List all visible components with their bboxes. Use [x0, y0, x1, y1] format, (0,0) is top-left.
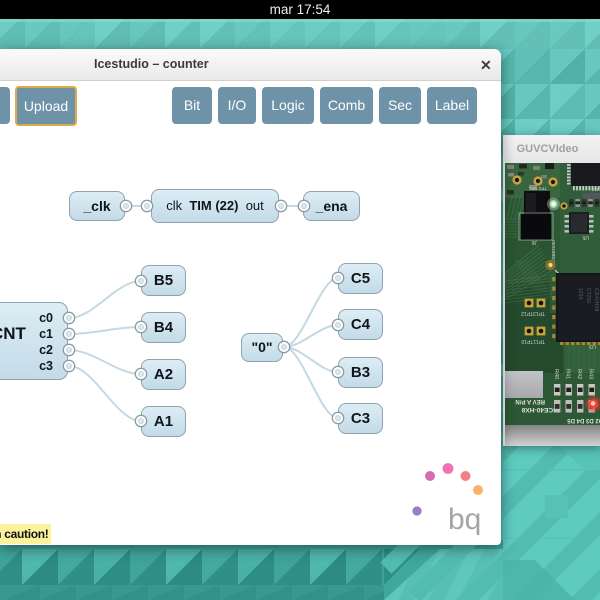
svg-text:iCE40-HX8: iCE40-HX8 [521, 406, 555, 413]
svg-text:06849B50: 06849B50 [550, 240, 556, 262]
svg-text:TP2 TP1: TP2 TP1 [529, 186, 547, 191]
svg-text:REV A P/N: REV A P/N [515, 398, 545, 404]
svg-text:R40: R40 [553, 369, 559, 379]
svg-text:R41: R41 [565, 369, 571, 379]
svg-text:CT256: CT256 [585, 288, 591, 303]
svg-text:D2 D3 D4 D5: D2 D3 D4 D5 [567, 417, 600, 423]
svg-text:R43: R43 [588, 369, 594, 379]
svg-text:TP11TP10: TP11TP10 [521, 338, 545, 344]
svg-text:TP13TP12: TP13TP12 [521, 310, 545, 316]
svg-text:U3: U3 [589, 343, 596, 349]
svg-text:U5: U5 [582, 234, 589, 240]
svg-text:R42: R42 [576, 369, 582, 379]
svg-text:iCE40HX8: iCE40HX8 [593, 288, 599, 312]
svg-text:J32: J32 [591, 187, 599, 192]
svg-text:1234: 1234 [577, 288, 583, 299]
svg-text:J6: J6 [532, 239, 538, 245]
